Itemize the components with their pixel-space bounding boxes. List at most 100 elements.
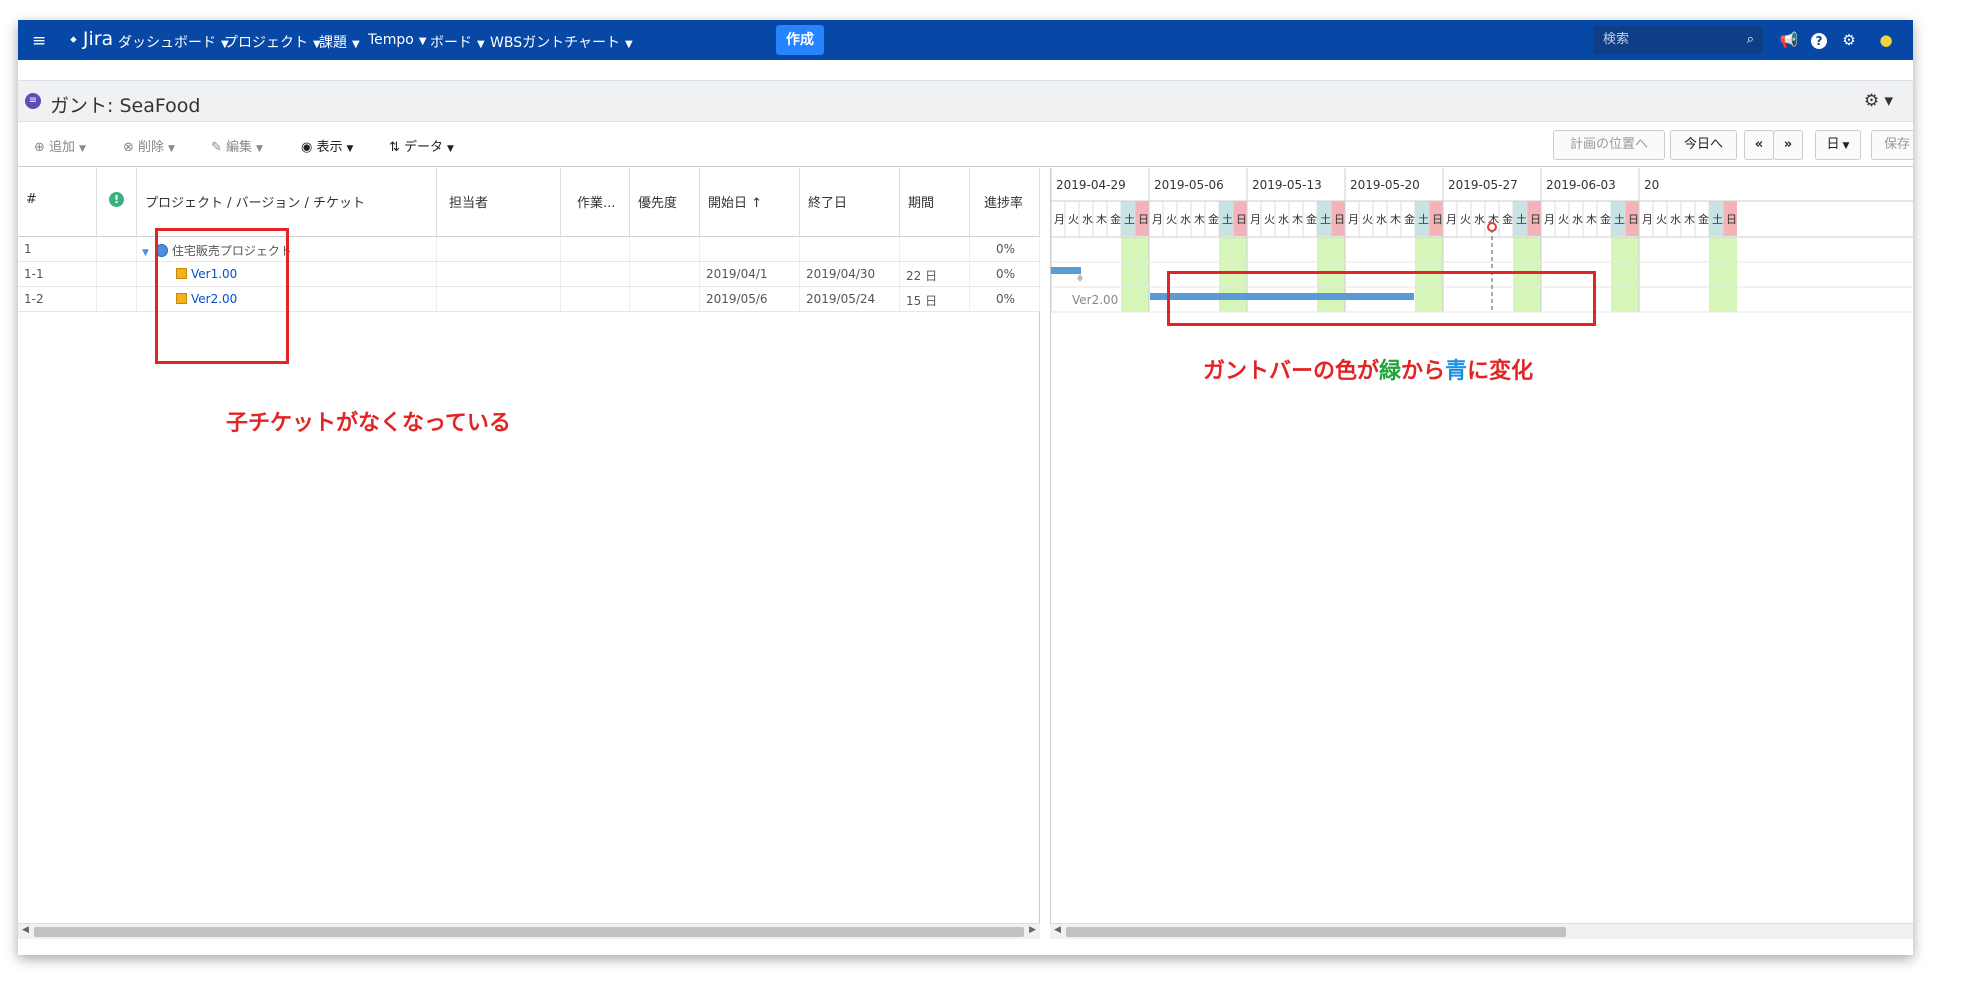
gear-icon[interactable]: ⚙ ▾ (1864, 91, 1893, 111)
weekday-label: 月 (1054, 213, 1065, 226)
weekday-label: 木 (1096, 213, 1107, 226)
chevron-down-icon: ▼ (418, 36, 427, 47)
row-flag (97, 287, 137, 312)
plan-position-button[interactable]: 計画の位置へ (1553, 130, 1665, 160)
week-label: 2019-05-20 (1350, 178, 1420, 192)
weekday-label: 火 (1264, 213, 1275, 226)
annotation-text: から (1401, 359, 1446, 384)
weekday-label: 日 (1432, 213, 1443, 226)
page-title: ガント: SeaFood (50, 95, 201, 117)
weekday-label: 日 (1530, 213, 1541, 226)
view-label: 表示 (316, 140, 343, 155)
nav-projects[interactable]: プロジェクト ▼ (224, 32, 321, 52)
weekday-label: 金 (1208, 212, 1219, 226)
data-label: データ (404, 140, 444, 155)
nav-label: 課題 (319, 35, 347, 51)
weekday-label: 火 (1460, 213, 1471, 226)
scroll-left-icon[interactable]: ◀ (1054, 925, 1061, 935)
settings-icon[interactable]: ⚙ (1838, 29, 1860, 51)
view-button[interactable]: ◉ 表示 ▼ (301, 136, 353, 155)
weekday-label: 土 (1124, 213, 1135, 226)
row-priority (630, 237, 700, 262)
nav-tempo[interactable]: Tempo ▼ (368, 32, 427, 48)
grid-header: # ! プロジェクト / バージョン / チケット 担当者 作業... 優先度 … (18, 168, 1040, 237)
add-button[interactable]: ⊕ 追加 ▼ (34, 136, 86, 155)
col-assignee[interactable]: 担当者 (437, 168, 561, 237)
annotation-box-right (1167, 271, 1596, 326)
col-number[interactable]: # (18, 168, 97, 237)
chevron-down-icon: ▼ (1842, 141, 1850, 151)
expand-triangle-icon[interactable]: ▼ (142, 248, 149, 258)
top-navigation-bar: ≡ ⬩ Jira ダッシュボード ▼ プロジェクト ▼ 課題 ▼ Tempo ▼ ボード… (18, 20, 1913, 60)
annotation-right: ガントバーの色が緑から青に変化 (1203, 353, 1533, 385)
week-label: 20 (1644, 178, 1659, 192)
avatar[interactable]: ● (1875, 29, 1897, 51)
nav-wbs-gantt[interactable]: WBSガントチャート ▼ (490, 32, 633, 52)
delete-button[interactable]: ⊗ 削除 ▼ (123, 136, 175, 155)
weekday-label: 日 (1628, 213, 1639, 226)
gantt-horizontal-scrollbar[interactable]: ◀ (1050, 923, 1913, 939)
weekday-label: 月 (1446, 213, 1457, 226)
nav-label: ダッシュボード (118, 35, 216, 51)
scrollbar-thumb[interactable] (1066, 927, 1566, 937)
eye-icon: ◉ (301, 140, 317, 155)
jira-logo[interactable]: ⬩ Jira (70, 28, 113, 50)
save-button[interactable]: 保存 (1871, 130, 1913, 160)
nav-issues[interactable]: 課題 ▼ (319, 32, 360, 52)
col-start-date[interactable]: 開始日 ↑ (700, 168, 800, 237)
sort-icon: ⇅ (389, 140, 405, 155)
weekday-label: 水 (1180, 213, 1191, 226)
nav-boards[interactable]: ボード ▼ (430, 32, 485, 52)
col-priority[interactable]: 優先度 (630, 168, 700, 237)
col-progress[interactable]: 進捗率 (970, 168, 1040, 237)
weekday-label: 日 (1236, 213, 1247, 226)
scrollbar-thumb[interactable] (34, 927, 1024, 937)
prev-button[interactable]: « (1744, 130, 1774, 160)
weekday-label: 水 (1082, 213, 1093, 226)
annotation-text: に変化 (1467, 359, 1534, 384)
search-input[interactable]: 検索 ⌕ (1593, 26, 1763, 54)
week-label: 2019-05-13 (1252, 178, 1322, 192)
row-duration: 15 日 (900, 287, 970, 312)
next-button[interactable]: » (1773, 130, 1803, 160)
scale-select[interactable]: 日 ▼ (1815, 130, 1861, 160)
row-start (700, 237, 800, 262)
row-flag (97, 262, 137, 287)
weekday-label: 水 (1376, 213, 1387, 226)
data-button[interactable]: ⇅ データ ▼ (389, 136, 454, 155)
grid-horizontal-scrollbar[interactable]: ◀ ▶ (18, 923, 1040, 939)
weekday-label: 金 (1110, 212, 1121, 226)
jira-logo-text: Jira (82, 28, 114, 50)
weekday-label: 木 (1586, 213, 1597, 226)
col-priority-flag[interactable]: ! (97, 168, 137, 237)
create-button[interactable]: 作成 (776, 25, 824, 55)
week-label: 2019-05-06 (1154, 178, 1224, 192)
annotation-left: 子チケットがなくなっている (226, 411, 511, 436)
edit-label: 編集 (226, 140, 253, 155)
weekday-label: 土 (1418, 213, 1429, 226)
scroll-right-icon[interactable]: ▶ (1029, 925, 1036, 935)
row-end: 2019/04/30 (800, 262, 900, 287)
today-button[interactable]: 今日へ (1670, 130, 1737, 160)
weekday-label: 日 (1726, 213, 1737, 226)
nav-dashboard[interactable]: ダッシュボード ▼ (118, 32, 229, 52)
weekday-label: 日 (1334, 213, 1345, 226)
weekday-label: 水 (1572, 213, 1583, 226)
weekday-label: 土 (1516, 213, 1527, 226)
col-name[interactable]: プロジェクト / バージョン / チケット (137, 168, 437, 237)
gantt-icon: ≡ (25, 93, 41, 109)
edit-button[interactable]: ✎ 編集 ▼ (211, 136, 263, 155)
weekday-label: 木 (1194, 213, 1205, 226)
weekday-label: 日 (1138, 213, 1149, 226)
scroll-left-icon[interactable]: ◀ (22, 925, 29, 935)
col-duration[interactable]: 期間 (900, 168, 970, 237)
search-icon: ⌕ (1746, 32, 1754, 47)
help-icon[interactable]: ? (1811, 33, 1827, 49)
col-end-date[interactable]: 終了日 (800, 168, 900, 237)
menu-icon[interactable]: ≡ (32, 31, 46, 51)
row-duration: 22 日 (900, 262, 970, 287)
col-work[interactable]: 作業... (561, 168, 630, 237)
weekday-label: 金 (1502, 212, 1513, 226)
nav-label: WBSガントチャート (490, 35, 620, 51)
megaphone-icon[interactable]: 📢 (1778, 29, 1800, 51)
